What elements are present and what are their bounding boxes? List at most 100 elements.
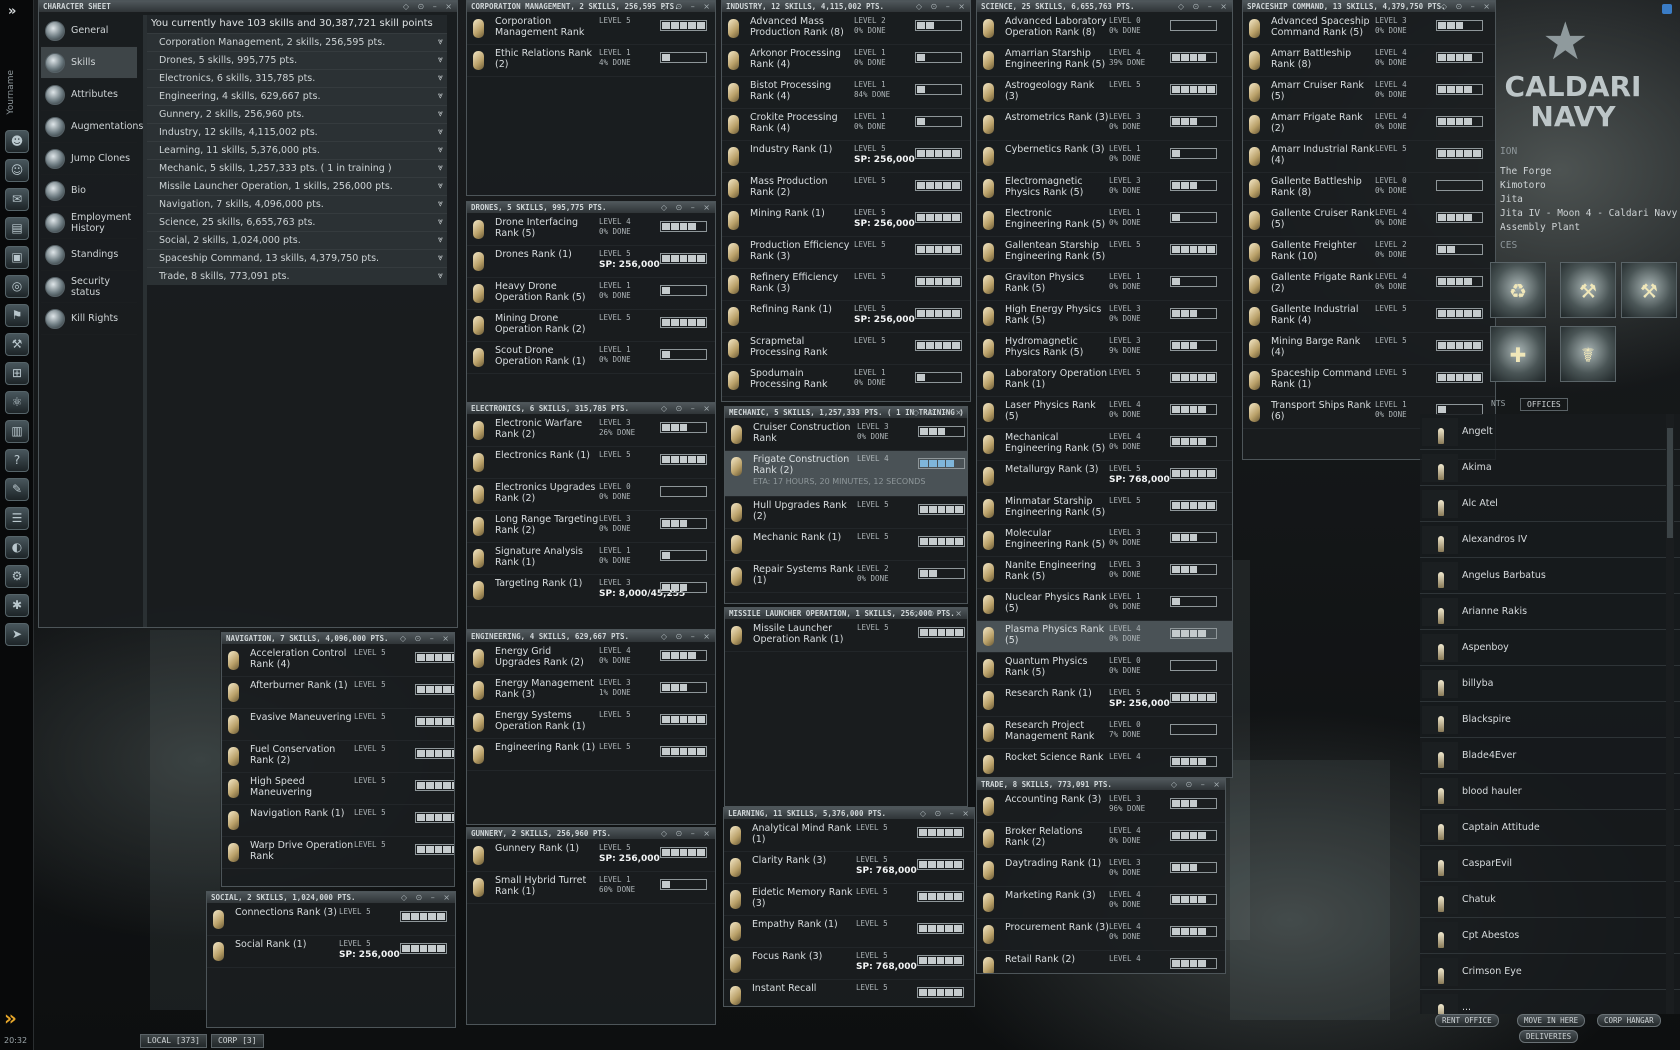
skill-row[interactable]: Amarrian Starship Engineering Rank (5) LE… xyxy=(977,45,1232,77)
member-list-item[interactable]: ... xyxy=(1420,990,1680,1014)
skill-row[interactable]: Targeting Rank (1) LEVEL 3 SP: 8,000/45,25… xyxy=(467,575,715,607)
skill-row[interactable]: Arkonor Processing Rank (4) LEVEL 1 0% DON… xyxy=(722,45,970,77)
skill-row[interactable]: Energy Systems Operation Rank (1) LEVEL 5 xyxy=(467,707,715,739)
window-controls[interactable]: ◇ ⊙ – × xyxy=(661,828,713,839)
skill-row[interactable]: Fuel Conservation Rank (2) LEVEL 5 xyxy=(222,741,454,773)
assets-icon[interactable]: ▣ xyxy=(5,246,29,269)
player-name[interactable]: Blade4Ever xyxy=(1462,750,1516,761)
window-controls[interactable]: ◇ ⊙ – × xyxy=(661,1,713,12)
chevron-down-icon[interactable]: ⩔ xyxy=(438,160,443,177)
window-controls[interactable]: ◇ ⊙ – × xyxy=(913,608,965,619)
member-list-item[interactable]: Angelt xyxy=(1420,414,1680,450)
skill-row[interactable]: Electronics Upgrades Rank (2) LEVEL 0 0% D… xyxy=(467,479,715,511)
chevron-down-icon[interactable]: ⩔ xyxy=(438,178,443,195)
skill-row[interactable]: Heavy Drone Operation Rank (5) LEVEL 1 0% … xyxy=(467,278,715,310)
skill-row[interactable]: Advanced Spaceship Command Rank (5) LEVEL… xyxy=(1243,13,1495,45)
journal-icon[interactable]: ☰ xyxy=(5,507,29,530)
skill-row[interactable]: Connections Rank (3) LEVEL 5 xyxy=(207,904,455,936)
member-list-item[interactable]: Akima xyxy=(1420,450,1680,486)
skill-row[interactable]: Bistot Processing Rank (4) LEVEL 1 84% DON… xyxy=(722,77,970,109)
window-header[interactable]: CORPORATION MANAGEMENT, 2 SKILLS, 256,59… xyxy=(467,1,715,13)
window-controls[interactable]: ◇ ⊙ – × xyxy=(920,808,972,819)
corp-chat-tab[interactable]: CORP [3] xyxy=(210,1034,264,1048)
skill-row[interactable]: Gallente Industrial Rank (4) LEVEL 5 xyxy=(1243,301,1495,333)
people-icon[interactable]: ☺ xyxy=(5,159,29,182)
player-name[interactable]: Angelt xyxy=(1462,426,1493,437)
skill-row[interactable]: Electronics Rank (1) LEVEL 5 xyxy=(467,447,715,479)
chevron-down-icon[interactable]: ⩔ xyxy=(438,106,443,123)
skill-row[interactable]: Gallente Battleship Rank (8) LEVEL 0 0% DO… xyxy=(1243,173,1495,205)
window-header[interactable]: SPACESHIP COMMAND, 13 SKILLS, 4,379,750 … xyxy=(1243,1,1495,13)
skill-row[interactable]: Hull Upgrades Rank (2) LEVEL 5 xyxy=(725,497,967,529)
member-list-item[interactable]: Arianne Rakis xyxy=(1420,594,1680,630)
skill-group-row[interactable]: Corporation Management, 2 skills, 256,59… xyxy=(147,33,447,51)
chevron-down-icon[interactable]: ⩔ xyxy=(438,124,443,141)
skill-row[interactable]: High Speed Maneuvering LEVEL 5 xyxy=(222,773,454,805)
region-link[interactable]: The Forge xyxy=(1500,166,1551,177)
chevron-down-icon[interactable]: ⩔ xyxy=(438,34,443,51)
window-controls[interactable]: ◇ ⊙ – × xyxy=(401,892,453,903)
skill-row[interactable]: Electronic Warfare Rank (2) LEVEL 3 26% DO… xyxy=(467,415,715,447)
window-controls[interactable]: ◇ ⊙ – × xyxy=(661,631,713,642)
skill-row[interactable]: Energy Grid Upgrades Rank (2) LEVEL 4 0% D… xyxy=(467,643,715,675)
skill-row[interactable]: Clarity Rank (3) LEVEL 5 SP: 768,000 xyxy=(724,852,974,884)
skill-row[interactable]: Mining Drone Operation Rank (2) LEVEL 5 xyxy=(467,310,715,342)
skill-row[interactable]: Marketing Rank (3) LEVEL 4 0% DONE xyxy=(977,887,1225,919)
skill-row[interactable]: Quantum Physics Rank (5) LEVEL 0 0% DONE xyxy=(977,653,1232,685)
member-list-item[interactable]: Angelus Barbatus xyxy=(1420,558,1680,594)
skill-group-row[interactable]: Drones, 5 skills, 995,775 pts. ⩔ xyxy=(147,51,447,69)
player-name[interactable]: Chatuk xyxy=(1462,894,1496,905)
skill-row[interactable]: Mining Barge Rank (4) LEVEL 5 xyxy=(1243,333,1495,365)
notepad-icon[interactable]: ▤ xyxy=(5,217,29,240)
repair-shop-icon[interactable]: ⚒ xyxy=(1560,262,1616,318)
member-list-item[interactable]: Chatuk xyxy=(1420,882,1680,918)
market-icon[interactable]: ⊞ xyxy=(5,362,29,385)
skill-row[interactable]: Astrogeology Rank (3) LEVEL 5 xyxy=(977,77,1232,109)
skill-row[interactable]: Scrapmetal Processing Rank LEVEL 5 xyxy=(722,333,970,365)
skill-row[interactable]: Drones Rank (1) LEVEL 5 SP: 256,000 xyxy=(467,246,715,278)
skill-row[interactable]: Research Project Management Rank LEVEL 07… xyxy=(977,717,1232,749)
skill-row[interactable]: Gallente Cruiser Rank (5) LEVEL 4 0% DONE xyxy=(1243,205,1495,237)
window-header[interactable]: CHARACTER SHEET ◇ ⊙ – × xyxy=(39,1,457,13)
skill-row[interactable]: Missile Launcher Operation Rank (1) LEVEL… xyxy=(725,620,967,652)
skill-row[interactable]: Molecular Engineering Rank (5) LEVEL 3 0% … xyxy=(977,525,1232,557)
skill-row[interactable]: Mechanical Engineering Rank (5) LEVEL 4 0%… xyxy=(977,429,1232,461)
chevron-down-icon[interactable]: ⩔ xyxy=(438,70,443,87)
skill-row[interactable]: Daytrading Rank (1) LEVEL 3 0% DONE xyxy=(977,855,1225,887)
chevron-down-icon[interactable]: ⩔ xyxy=(438,88,443,105)
sidebar-item-bio[interactable]: Bio xyxy=(41,175,137,207)
window-header[interactable]: MECHANIC, 5 SKILLS, 1,257,333 PTS. ( 1 I… xyxy=(725,407,967,419)
rent-office-button[interactable]: RENT OFFICE xyxy=(1435,1014,1499,1027)
skill-row[interactable]: Social Rank (1) LEVEL 5 SP: 256,000 xyxy=(207,936,455,968)
corp-hangar-button[interactable]: CORP HANGAR xyxy=(1597,1014,1661,1027)
member-list-item[interactable]: Crimson Eye xyxy=(1420,954,1680,990)
player-name[interactable]: billyba xyxy=(1462,678,1493,689)
notification-icon[interactable] xyxy=(1662,4,1672,14)
skill-row[interactable]: Spodumain Processing Rank LEVEL 1 0% DONE xyxy=(722,365,970,397)
player-name[interactable]: Alexandros IV xyxy=(1462,534,1527,545)
contracts-icon[interactable]: ✎ xyxy=(5,478,29,501)
skill-row[interactable]: Laboratory Operation Rank (1) LEVEL 5 xyxy=(977,365,1232,397)
skill-group-row[interactable]: Industry, 12 skills, 4,115,002 pts. ⩔ xyxy=(147,123,447,141)
scrollbar-thumb[interactable] xyxy=(1667,428,1673,538)
skill-row[interactable]: Advanced Laboratory Operation Rank (8) LE… xyxy=(977,13,1232,45)
skill-row[interactable]: Crokite Processing Rank (4) LEVEL 1 0% DON… xyxy=(722,109,970,141)
skill-group-row[interactable]: Missile Launcher Operation, 1 skills, 25… xyxy=(147,177,447,195)
skill-group-row[interactable]: Social, 2 skills, 1,024,000 pts. ⩔ xyxy=(147,231,447,249)
constellation-link[interactable]: Kimotoro xyxy=(1500,180,1546,191)
skill-row[interactable]: Metallurgy Rank (3) LEVEL 5 SP: 768,000 xyxy=(977,461,1232,493)
skill-group-row[interactable]: Engineering, 4 skills, 629,667 pts. ⩔ xyxy=(147,87,447,105)
industry-icon[interactable]: ⚙ xyxy=(5,565,29,588)
system-link[interactable]: Jita xyxy=(1500,194,1523,205)
window-header[interactable]: SCIENCE, 25 SKILLS, 6,655,763 PTS. ◇ ⊙ – … xyxy=(977,1,1232,13)
skill-row[interactable]: Gallente Freighter Rank (10) LEVEL 2 0% DO… xyxy=(1243,237,1495,269)
member-list-item[interactable]: blood hauler xyxy=(1420,774,1680,810)
skill-group-row[interactable]: Mechanic, 5 skills, 1,257,333 pts. ( 1 i… xyxy=(147,159,447,177)
sidebar-item-jump-clones[interactable]: Jump Clones xyxy=(41,143,137,175)
deliveries-button[interactable]: DELIVERIES xyxy=(1519,1030,1579,1043)
sidebar-item-general[interactable]: General xyxy=(41,15,137,47)
window-header[interactable]: LEARNING, 11 SKILLS, 5,376,000 PTS. ◇ ⊙ –… xyxy=(724,808,974,820)
cloning-icon[interactable]: ☤ xyxy=(1560,326,1616,382)
skill-row[interactable]: Advanced Mass Production Rank (8) LEVEL 2… xyxy=(722,13,970,45)
member-list-item[interactable]: Captain Attitude xyxy=(1420,810,1680,846)
